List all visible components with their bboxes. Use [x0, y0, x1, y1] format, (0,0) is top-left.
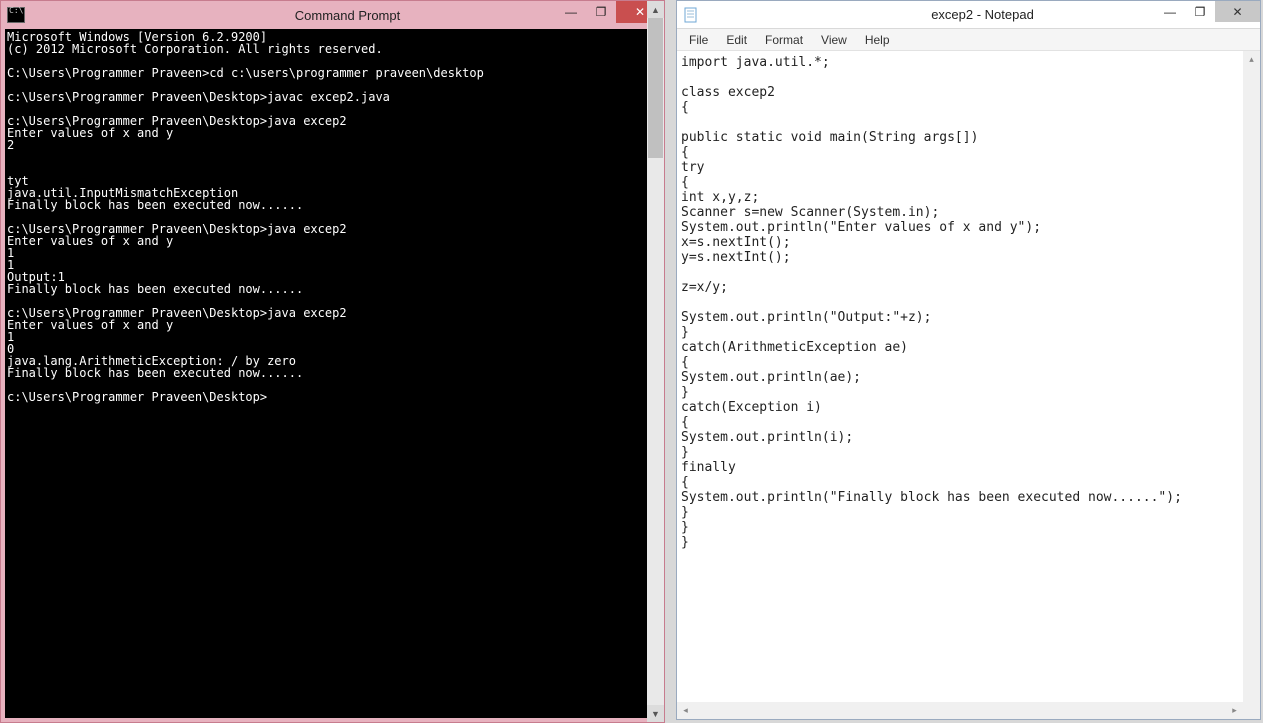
maximize-button[interactable]: ❐ — [586, 1, 616, 23]
vertical-scrollbar[interactable]: ▲ ▼ — [647, 1, 664, 722]
command-prompt-window: Command Prompt — ❐ ✕ Microsoft Windows [… — [0, 0, 665, 723]
close-button[interactable]: ✕ — [1215, 1, 1260, 22]
minimize-button[interactable]: — — [1155, 1, 1185, 22]
notepad-text-area[interactable]: import java.util.*; class excep2 { publi… — [677, 51, 1243, 702]
menu-view[interactable]: View — [813, 31, 855, 49]
notepad-window: excep2 - Notepad — ❐ ✕ File Edit Format … — [676, 0, 1261, 720]
menu-file[interactable]: File — [681, 31, 716, 49]
scroll-down-arrow-icon[interactable]: ▼ — [647, 705, 664, 722]
maximize-button[interactable]: ❐ — [1185, 1, 1215, 22]
menu-format[interactable]: Format — [757, 31, 811, 49]
scroll-up-arrow-icon[interactable]: ▴ — [1243, 51, 1260, 68]
scroll-right-arrow-icon[interactable]: ▸ — [1226, 702, 1243, 719]
vertical-scrollbar[interactable]: ▴ ▾ — [1243, 51, 1260, 702]
scroll-track[interactable] — [694, 702, 1226, 719]
notepad-titlebar[interactable]: excep2 - Notepad — ❐ ✕ — [677, 1, 1260, 29]
scroll-up-arrow-icon[interactable]: ▲ — [647, 1, 664, 18]
scroll-track[interactable] — [1243, 68, 1260, 685]
command-prompt-titlebar[interactable]: Command Prompt — ❐ ✕ — [1, 1, 664, 29]
scroll-corner — [1243, 685, 1260, 702]
menu-help[interactable]: Help — [857, 31, 898, 49]
menu-edit[interactable]: Edit — [718, 31, 755, 49]
notepad-menubar: File Edit Format View Help — [677, 29, 1260, 51]
notepad-icon — [683, 7, 699, 23]
scroll-left-arrow-icon[interactable]: ◂ — [677, 702, 694, 719]
scroll-corner — [1243, 702, 1260, 719]
notepad-client: import java.util.*; class excep2 { publi… — [677, 51, 1260, 702]
command-prompt-client: Microsoft Windows [Version 6.2.9200] (c)… — [1, 29, 664, 722]
horizontal-scrollbar[interactable]: ◂ ▸ — [677, 702, 1260, 719]
scroll-thumb[interactable] — [648, 18, 663, 158]
command-prompt-output[interactable]: Microsoft Windows [Version 6.2.9200] (c)… — [5, 29, 660, 718]
minimize-button[interactable]: — — [556, 1, 586, 23]
command-prompt-icon — [7, 7, 25, 23]
scroll-track[interactable] — [647, 18, 664, 705]
window-controls: — ❐ ✕ — [1155, 1, 1260, 22]
